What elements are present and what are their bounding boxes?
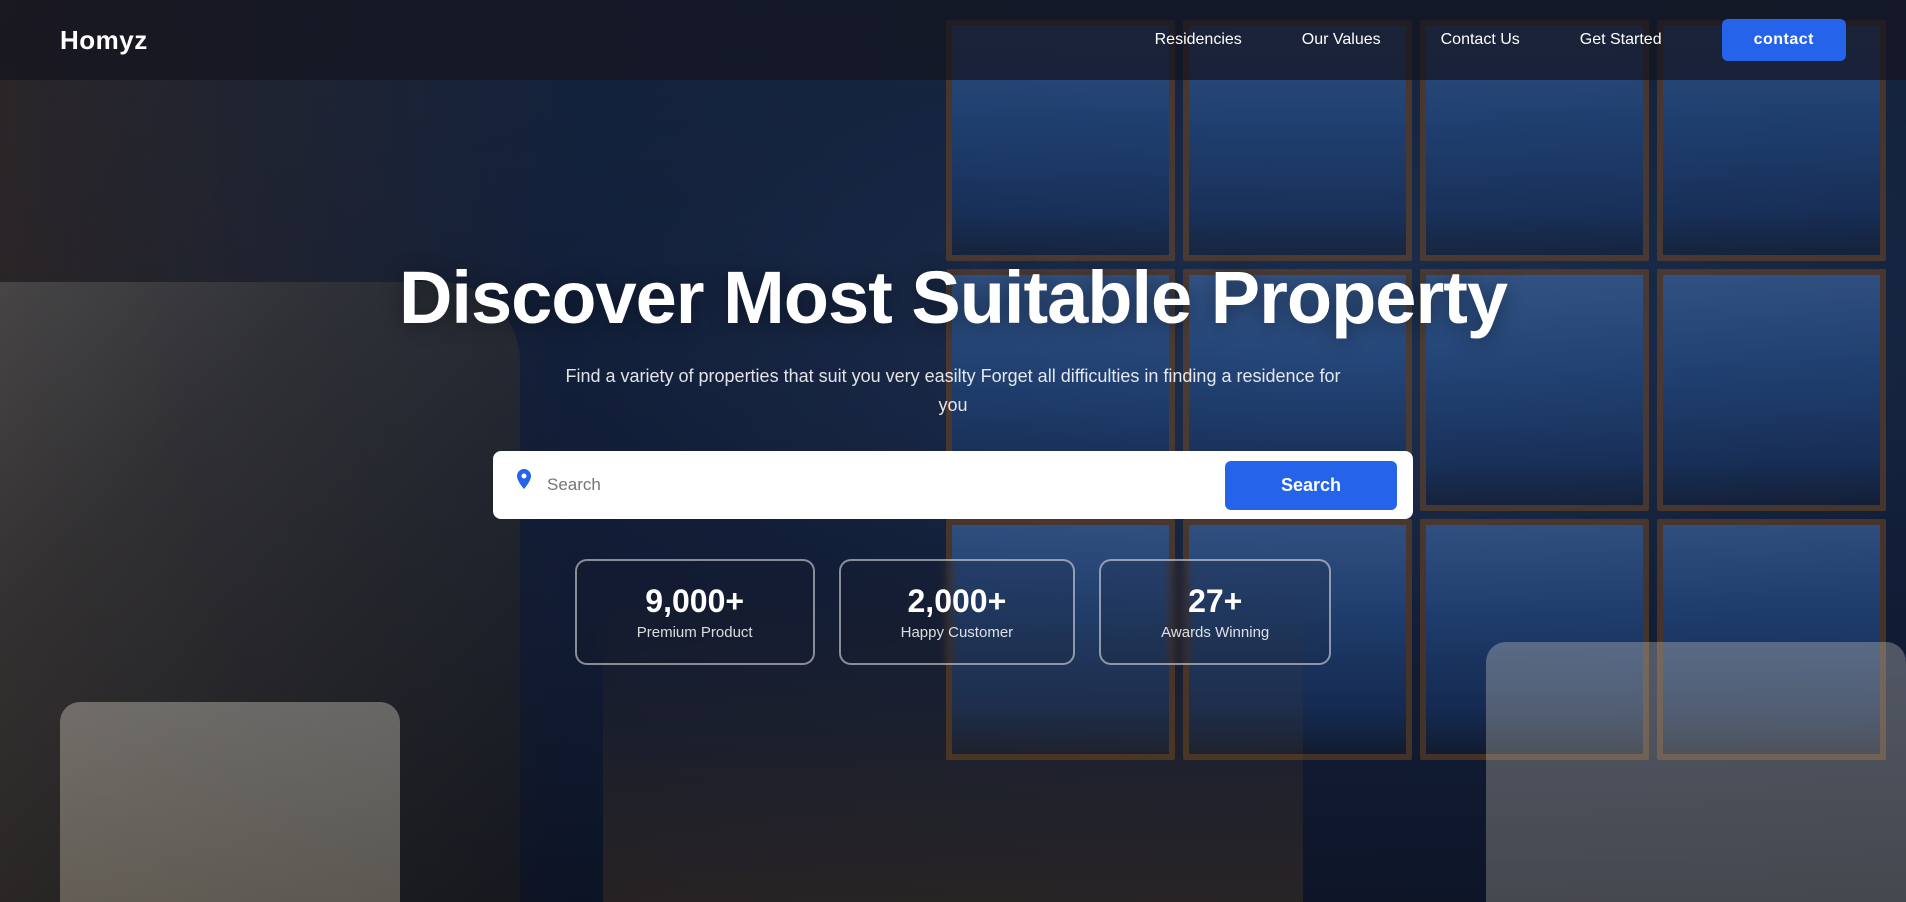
- nav-get-started[interactable]: Get Started: [1580, 31, 1662, 49]
- stat-premium-product: 9,000+ Premium Product: [575, 559, 815, 665]
- nav-residencies[interactable]: Residencies: [1155, 31, 1242, 49]
- sofa-left-decoration: [60, 702, 400, 902]
- sofa-right-decoration: [1486, 642, 1906, 902]
- search-input[interactable]: [547, 475, 1213, 495]
- stat-awards-winning: 27+ Awards Winning: [1099, 559, 1331, 665]
- stat-happy-number: 2,000+: [901, 583, 1014, 620]
- nav-contact-us[interactable]: Contact Us: [1441, 31, 1520, 49]
- location-pin-icon: [513, 469, 535, 501]
- navbar: Homyz Residencies Our Values Contact Us …: [0, 0, 1906, 80]
- nav-our-values[interactable]: Our Values: [1302, 31, 1381, 49]
- hero-title: Discover Most Suitable Property: [399, 257, 1507, 338]
- stat-premium-label: Premium Product: [637, 624, 753, 641]
- navbar-contact-button[interactable]: contact: [1722, 19, 1846, 61]
- stat-awards-number: 27+: [1161, 583, 1269, 620]
- stat-awards-label: Awards Winning: [1161, 624, 1269, 641]
- site-logo[interactable]: Homyz: [60, 25, 148, 56]
- hero-section: Homyz Residencies Our Values Contact Us …: [0, 0, 1906, 902]
- search-bar: Search: [493, 451, 1413, 519]
- nav-links: Residencies Our Values Contact Us Get St…: [1155, 19, 1846, 61]
- stat-happy-customer: 2,000+ Happy Customer: [839, 559, 1076, 665]
- hero-subtitle: Find a variety of properties that suit y…: [563, 362, 1343, 420]
- stats-row: 9,000+ Premium Product 2,000+ Happy Cust…: [575, 559, 1332, 665]
- hero-content: Discover Most Suitable Property Find a v…: [199, 257, 1707, 666]
- search-button[interactable]: Search: [1225, 461, 1397, 510]
- stat-premium-number: 9,000+: [637, 583, 753, 620]
- stat-happy-label: Happy Customer: [901, 624, 1014, 641]
